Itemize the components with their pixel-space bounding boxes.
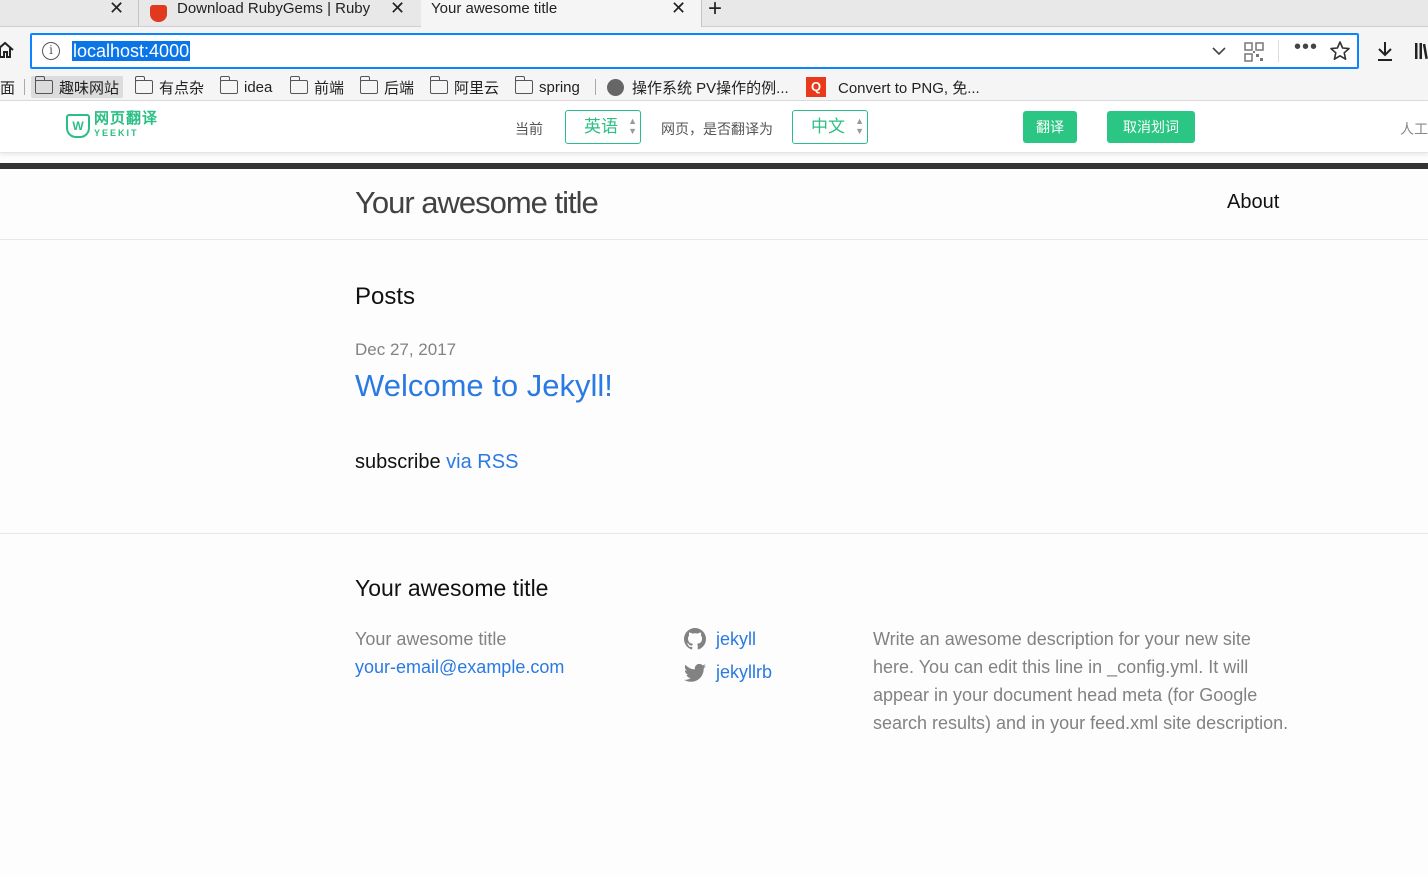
current-label: 当前 xyxy=(515,121,543,137)
footer-title: Your awesome title xyxy=(355,575,549,601)
bookmark-divider xyxy=(24,79,25,95)
nav-about-link[interactable]: About xyxy=(1227,191,1279,214)
bookmark-star-icon[interactable] xyxy=(1329,40,1351,62)
tab-bar: ✕ Download RubyGems | Ruby ✕ Your awesom… xyxy=(0,0,1428,27)
subscribe-text: subscribe xyxy=(355,451,441,473)
site-info-icon[interactable]: i xyxy=(42,42,60,60)
twitter-username: jekyllrb xyxy=(716,662,773,682)
site-footer: Your awesome title Your awesome title yo… xyxy=(0,533,1428,877)
bookmark-label: idea xyxy=(244,78,273,96)
source-language-select[interactable]: 英语 ▲ ▼ xyxy=(565,110,641,144)
manual-translation-link[interactable]: 人工 xyxy=(1400,119,1428,139)
download-icon[interactable] xyxy=(1375,40,1395,62)
post-title-link[interactable]: Welcome to Jekyll! xyxy=(355,368,613,404)
source-language-value: 英语 xyxy=(584,117,618,136)
url-divider xyxy=(1278,40,1279,62)
tab-previous[interactable]: ✕ xyxy=(0,0,138,27)
url-text[interactable]: localhost:4000 xyxy=(72,41,191,61)
tab-rubygems[interactable]: Download RubyGems | Ruby ✕ xyxy=(139,0,421,27)
folder-icon xyxy=(359,76,378,94)
folder-icon xyxy=(134,76,153,94)
navigation-bar: i localhost:4000 ••• xyxy=(0,27,1428,73)
bookmark-label: 阿里云 xyxy=(454,79,500,97)
yeekit-logo: W 网页翻译 YEEKIT xyxy=(66,110,159,140)
tab-close-icon[interactable]: ✕ xyxy=(390,0,405,17)
bookmark-label: 操作系统 PV操作的例... xyxy=(632,79,789,97)
bookmark-folder-aliyun[interactable]: 阿里云 xyxy=(429,76,500,98)
bookmark-folder-spring[interactable]: spring xyxy=(514,76,580,98)
github-icon xyxy=(684,628,706,650)
qr-code-icon[interactable] xyxy=(1244,42,1264,62)
github-username: jekyll xyxy=(716,628,757,649)
translate-question-label: 网页，是否翻译为 xyxy=(661,121,773,137)
yeekit-logo-text: 网页翻译 YEEKIT xyxy=(94,110,159,140)
github-link[interactable]: jekyll xyxy=(684,628,756,650)
rubygems-favicon-icon xyxy=(150,5,167,22)
bookmark-divider xyxy=(595,79,596,95)
translate-button[interactable]: 翻译 xyxy=(1023,111,1077,143)
folder-icon xyxy=(429,76,448,94)
select-arrows-icon: ▲ ▼ xyxy=(855,116,864,136)
bookmark-folder-fun-sites[interactable]: 趣味网站 xyxy=(31,76,124,98)
logo-text: 网页翻译 xyxy=(94,110,159,127)
yeekit-shield-icon: W xyxy=(66,114,90,138)
folder-icon xyxy=(514,76,533,94)
bookmark-label: 趣味网站 xyxy=(59,79,120,97)
tab-close-icon[interactable]: ✕ xyxy=(109,0,124,17)
bookmark-os-pv[interactable]: 操作系统 PV操作的例... xyxy=(607,76,789,98)
address-bar[interactable]: i localhost:4000 ••• xyxy=(30,33,1359,69)
bookmark-item[interactable]: 面 xyxy=(0,76,15,98)
rss-link[interactable]: via RSS xyxy=(446,451,518,473)
site-header: Your awesome title About xyxy=(0,169,1428,240)
folder-icon xyxy=(34,76,53,94)
more-actions-icon[interactable]: ••• xyxy=(1294,36,1318,59)
bookmark-label: 面 xyxy=(0,79,16,97)
tab-close-icon[interactable]: ✕ xyxy=(671,0,686,17)
chevron-down-icon[interactable] xyxy=(1212,46,1226,56)
twitter-icon xyxy=(684,663,706,682)
cancel-word-selection-button[interactable]: 取消划词 xyxy=(1107,111,1195,143)
bookmark-label: 后端 xyxy=(384,79,415,97)
select-arrows-icon: ▲ ▼ xyxy=(628,116,637,136)
post-date: Dec 27, 2017 xyxy=(355,340,457,359)
bookmark-folder-idea[interactable]: idea xyxy=(219,76,273,98)
posts-heading: Posts xyxy=(355,283,416,310)
bookmark-folder-frontend[interactable]: 前端 xyxy=(289,76,345,98)
folder-icon xyxy=(289,76,308,94)
home-icon[interactable] xyxy=(0,41,14,59)
bookmark-label: 有点杂 xyxy=(159,79,205,97)
folder-icon xyxy=(219,76,238,94)
bookmark-label: spring xyxy=(539,78,580,96)
bookmark-label: Convert to PNG, 免... xyxy=(838,79,980,97)
tab-rubygems-label: Download RubyGems | Ruby xyxy=(177,0,371,17)
convert-favicon-icon: Q xyxy=(806,77,826,97)
target-language-select[interactable]: 中文 ▲ ▼ xyxy=(792,110,868,144)
target-language-value: 中文 xyxy=(811,117,845,136)
twitter-link[interactable]: jekyllrb xyxy=(684,662,772,683)
tab-separator xyxy=(701,0,702,27)
logo-subtext: YEEKIT xyxy=(94,128,139,138)
footer-description: Write an awesome description for your ne… xyxy=(873,629,1289,733)
bookmark-convert-png[interactable]: Q Convert to PNG, 免... xyxy=(806,76,980,98)
subscribe-line: subscribe via RSS xyxy=(355,451,518,474)
bookmark-folder-misc[interactable]: 有点杂 xyxy=(134,76,205,98)
site-title-link[interactable]: Your awesome title xyxy=(355,185,599,221)
tab-active-label: Your awesome title xyxy=(431,0,558,17)
library-icon[interactable] xyxy=(1414,41,1428,61)
bookmark-folder-backend[interactable]: 后端 xyxy=(359,76,415,98)
footer-site-name: Your awesome title xyxy=(355,629,507,649)
translation-toolbar: W 网页翻译 YEEKIT 当前 英语 ▲ ▼ 网页，是否翻译为 中文 ▲ ▼ 翻译… xyxy=(0,101,1428,153)
footer-email-link[interactable]: your-email@example.com xyxy=(355,657,564,678)
bookmark-label: 前端 xyxy=(314,79,345,97)
tab-active-site[interactable]: Your awesome title ✕ xyxy=(421,0,701,27)
bookmarks-toolbar: 面 趣味网站 有点杂 idea 前端 后端 阿里云 spring 操作系统 PV… xyxy=(0,73,1428,101)
new-tab-button[interactable]: + xyxy=(708,0,722,21)
globe-icon xyxy=(607,78,624,96)
